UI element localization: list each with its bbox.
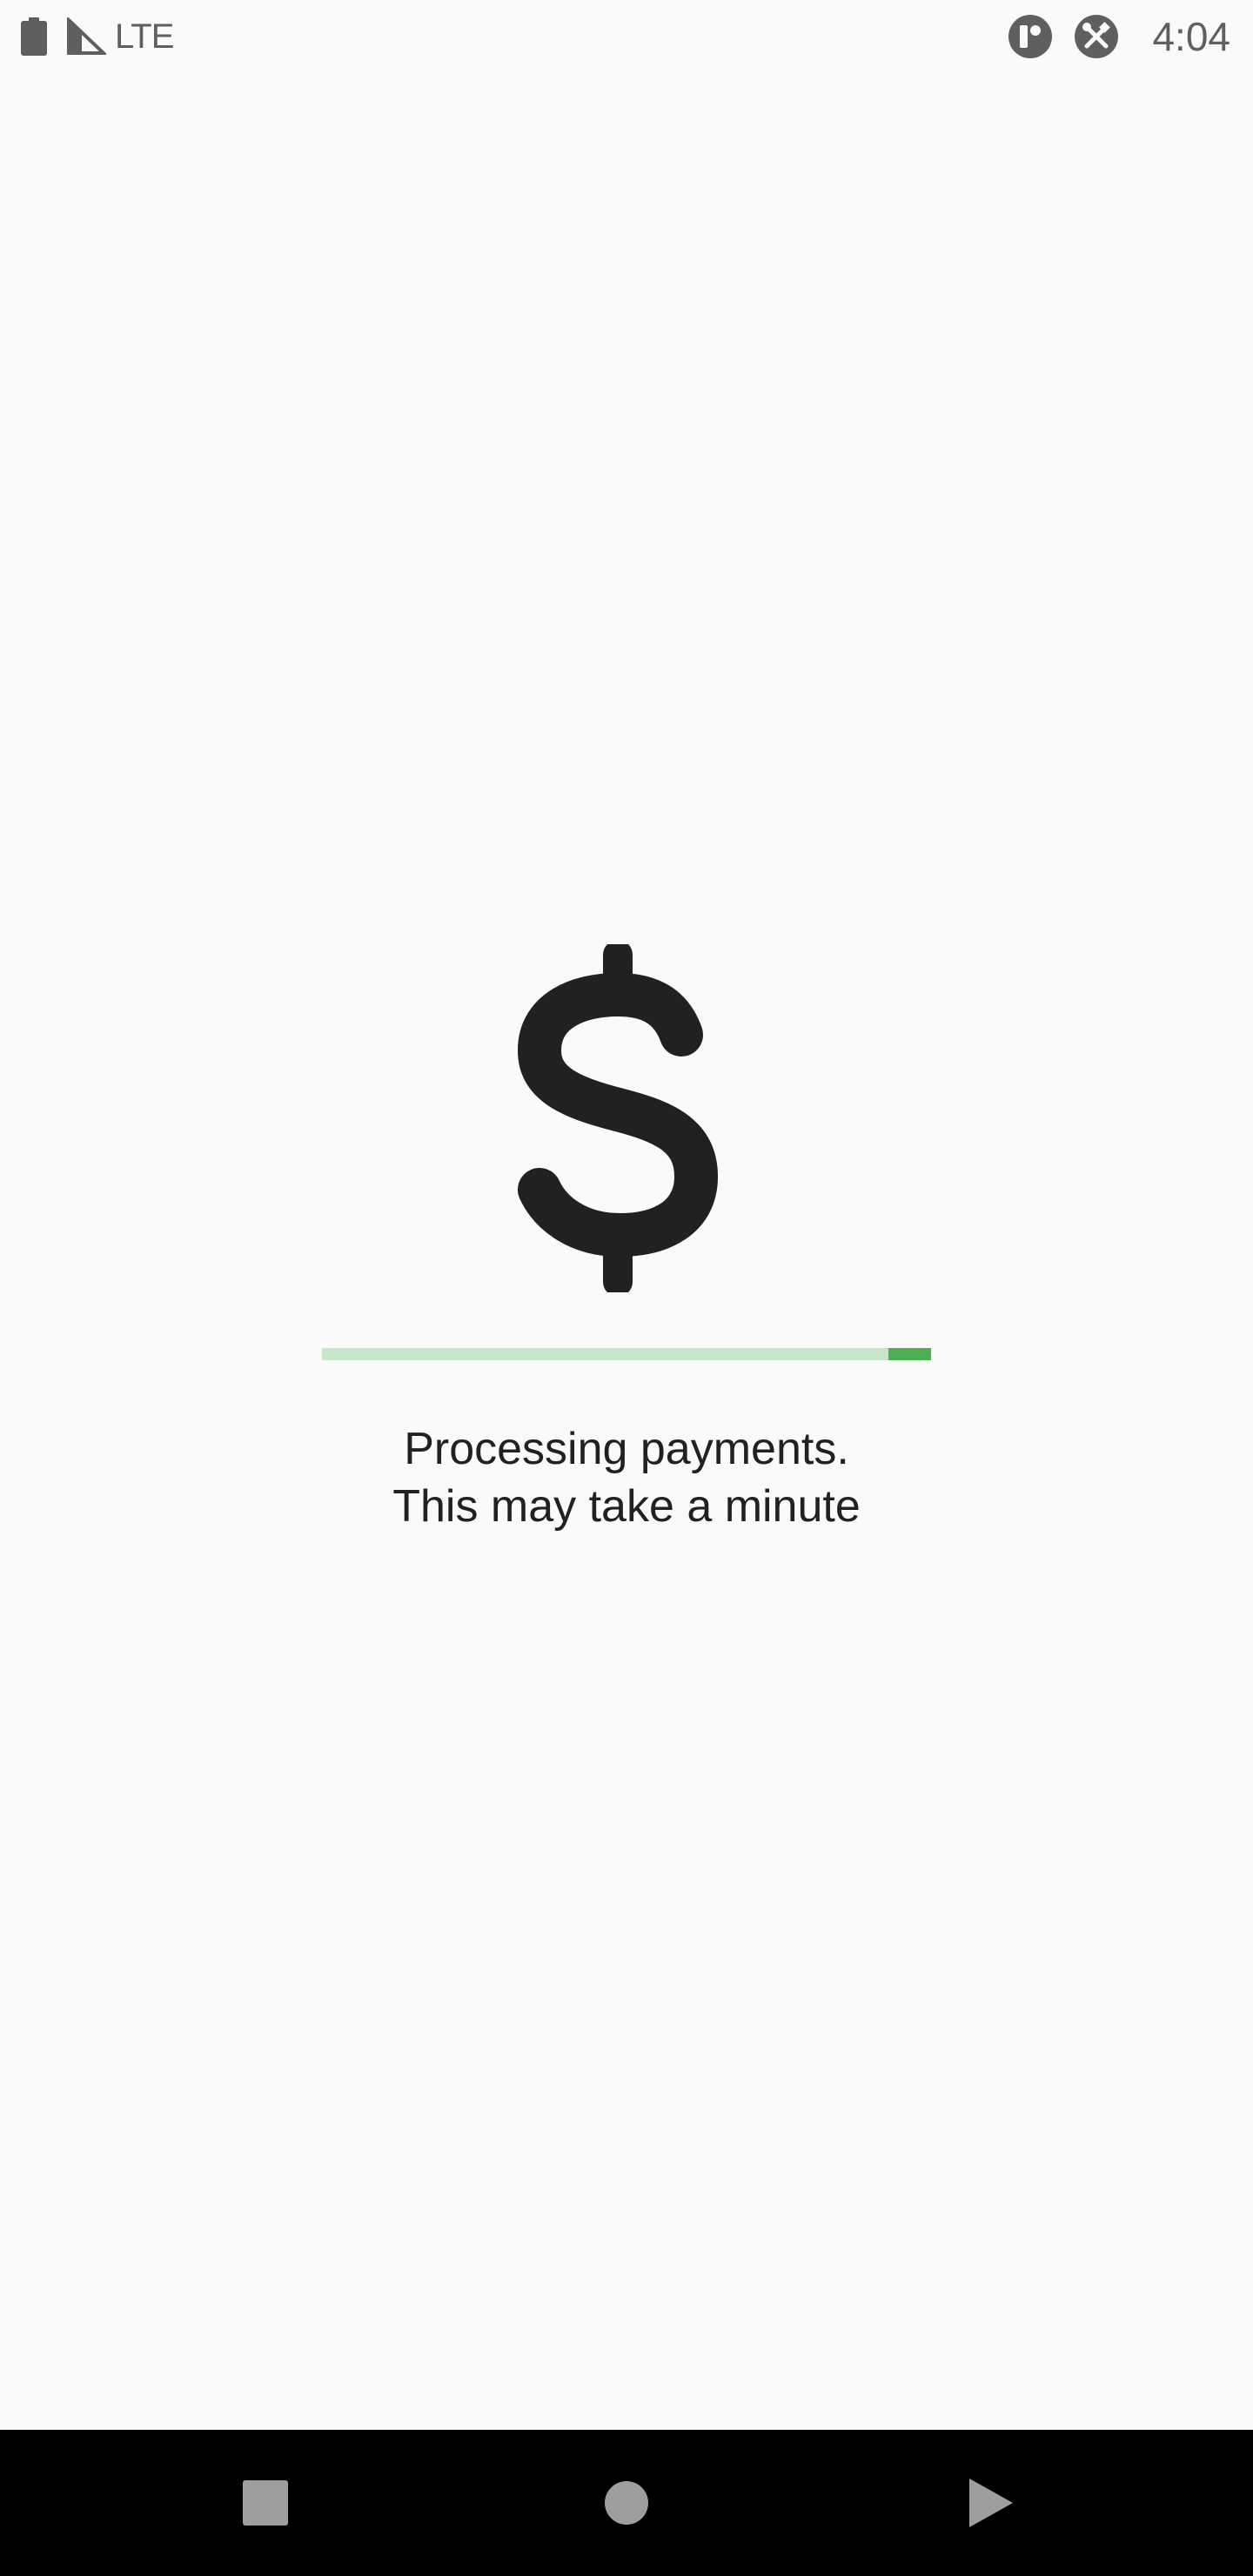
- tools-icon: [1075, 15, 1119, 58]
- battery-icon: [21, 17, 47, 56]
- recents-button[interactable]: [222, 2459, 309, 2546]
- square-icon: [243, 2480, 288, 2526]
- circle-icon: [605, 2481, 648, 2525]
- processing-message: Processing payments. This may take a min…: [0, 1420, 1253, 1535]
- status-bar-left: LTE: [21, 16, 174, 57]
- network-type-label: LTE: [115, 17, 174, 56]
- triangle-icon: [969, 2479, 1013, 2527]
- message-line-2: This may take a minute: [392, 1481, 861, 1532]
- clock: 4:04: [1152, 14, 1230, 59]
- navigation-bar: [0, 2430, 1253, 2576]
- signal-icon: [67, 17, 106, 55]
- progress-bar: [322, 1348, 931, 1360]
- app-notification-icon: [1008, 15, 1053, 58]
- dollar-sign-icon: [518, 944, 718, 1292]
- back-button[interactable]: [947, 2459, 1034, 2546]
- home-button[interactable]: [583, 2459, 670, 2546]
- status-bar: LTE 4:04: [0, 0, 1253, 73]
- message-line-1: Processing payments.: [404, 1424, 849, 1474]
- status-bar-right: 4:04: [987, 12, 1230, 61]
- progress-indicator: [888, 1348, 931, 1360]
